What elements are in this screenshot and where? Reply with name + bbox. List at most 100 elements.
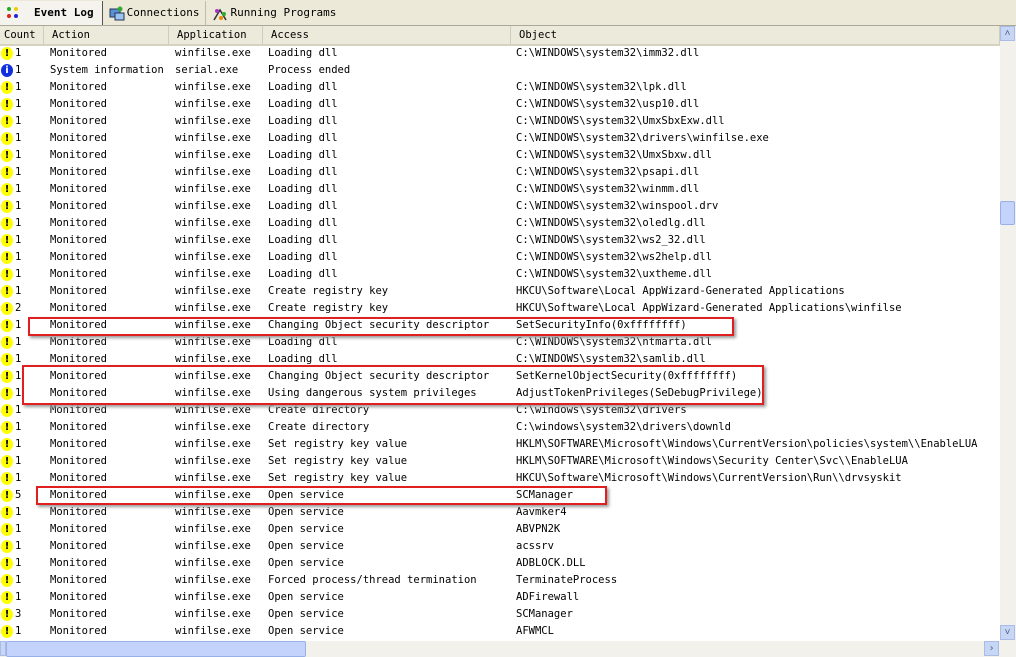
table-row[interactable]: ! 1 Monitored winfilse.exe Loading dll C:\WIN… [0,266,1000,283]
table-row[interactable]: ! 1 Monitored winfilse.exe Loading dll C:\WIN… [0,232,1000,249]
event-list: ! 1 Monitored winfilse.exe Loading dll C:\WIN… [0,45,1000,641]
table-row[interactable]: ! 1 Monitored winfilse.exe Changing Object s… [0,368,1000,385]
table-row[interactable]: ! 1 Monitored winfilse.exe Set registry key … [0,453,1000,470]
table-row[interactable]: ! 2 Monitored winfilse.exe Create registry k… [0,300,1000,317]
table-row[interactable]: ! 1 Monitored winfilse.exe Loading dll C:\WIN… [0,334,1000,351]
table-row[interactable]: ! 1 Monitored winfilse.exe Using dangerous s… [0,385,1000,402]
cell-object: C:\WINDOWS\system32\UmxSbxw.dll [516,149,712,161]
cell-count: 1 [15,81,22,93]
table-row[interactable]: ! 1 Monitored winfilse.exe Create directory C… [0,419,1000,436]
table-row[interactable]: ! 1 Monitored winfilse.exe Loading dll C:\WIN… [0,79,1000,96]
table-row[interactable]: ! 1 Monitored winfilse.exe Open service ADFir… [0,589,1000,606]
cell-application: winfilse.exe [175,421,251,433]
cell-object: C:\WINDOWS\system32\lpk.dll [516,81,687,93]
table-row[interactable]: ! 1 Monitored winfilse.exe Open service acssr… [0,538,1000,555]
table-row[interactable]: ! 1 Monitored winfilse.exe Open service ADBLO… [0,555,1000,572]
table-row[interactable]: i 1 System information serial.exe Process en… [0,62,1000,79]
cell-object: HKLM\SOFTWARE\Microsoft\Windows\CurrentV… [516,438,978,450]
table-row[interactable]: ! 1 Monitored winfilse.exe Loading dll C:\WIN… [0,147,1000,164]
event-log-icon [6,6,20,20]
tab-connections[interactable]: Connections [103,1,206,25]
cell-object: AdjustTokenPrivileges(SeDebugPrivilege) [516,387,763,399]
column-header-count[interactable]: Count [0,26,44,44]
cell-application: winfilse.exe [175,302,251,314]
warning-icon: ! [1,489,13,502]
cell-action: Monitored [50,421,107,433]
vertical-scroll-thumb[interactable] [1000,201,1015,225]
cell-action: Monitored [50,574,107,586]
table-row[interactable]: ! 1 Monitored winfilse.exe Loading dll C:\WIN… [0,351,1000,368]
table-row[interactable]: ! 5 Monitored winfilse.exe Open service SCMan… [0,487,1000,504]
scroll-right-button[interactable]: › [984,641,999,656]
vertical-scrollbar[interactable]: ˄ ˅ [1000,26,1016,641]
cell-application: winfilse.exe [175,132,251,144]
warning-icon: ! [1,81,13,94]
cell-action: Monitored [50,132,107,144]
table-row[interactable]: ! 1 Monitored winfilse.exe Set registry key … [0,436,1000,453]
warning-icon: ! [1,319,13,332]
table-row[interactable]: ! 1 Monitored winfilse.exe Create registry k… [0,283,1000,300]
cell-access: Loading dll [268,47,338,59]
cell-count: 1 [15,47,22,59]
cell-application: winfilse.exe [175,574,251,586]
cell-application: winfilse.exe [175,608,251,620]
column-header-object[interactable]: Object [511,26,1000,44]
cell-application: winfilse.exe [175,625,251,637]
table-row[interactable]: ! 1 Monitored winfilse.exe Set registry key … [0,470,1000,487]
cell-object: HKLM\SOFTWARE\Microsoft\Windows\Security… [516,455,908,467]
cell-action: Monitored [50,370,107,382]
tab-label: Connections [126,6,200,19]
warning-icon: ! [1,455,13,468]
cell-action: Monitored [50,200,107,212]
cell-action: Monitored [50,438,107,450]
cell-access: Open service [268,489,344,501]
table-row[interactable]: ! 1 Monitored winfilse.exe Loading dll C:\WIN… [0,96,1000,113]
table-row[interactable]: ! 1 Monitored winfilse.exe Loading dll C:\WIN… [0,181,1000,198]
tab-running-programs[interactable]: Running Programs [205,0,342,25]
column-header-application[interactable]: Application [169,26,263,44]
tab-bar: Event Log Connections Running Programs [0,0,1016,26]
table-row[interactable]: ! 1 Monitored winfilse.exe Loading dll C:\WIN… [0,45,1000,62]
cell-action: Monitored [50,336,107,348]
running-programs-icon [212,6,228,20]
cell-application: winfilse.exe [175,268,251,280]
cell-action: Monitored [50,268,107,280]
cell-action: Monitored [50,523,107,535]
cell-application: winfilse.exe [175,319,251,331]
cell-count: 1 [15,98,22,110]
column-header-action[interactable]: Action [44,26,169,44]
cell-application: winfilse.exe [175,387,251,399]
cell-action: Monitored [50,98,107,110]
table-row[interactable]: ! 1 Monitored winfilse.exe Open service ABVPN… [0,521,1000,538]
cell-count: 1 [15,285,22,297]
table-row[interactable]: ! 1 Monitored winfilse.exe Loading dll C:\WIN… [0,215,1000,232]
scroll-up-button[interactable]: ˄ [1000,26,1015,41]
table-row[interactable]: ! 1 Monitored winfilse.exe Loading dll C:\WIN… [0,130,1000,147]
cell-object: HKCU\Software\Local AppWizard-Generated … [516,302,902,314]
warning-icon: ! [1,234,13,247]
cell-action: Monitored [50,404,107,416]
cell-access: Set registry key value [268,455,408,467]
cell-application: winfilse.exe [175,353,251,365]
horizontal-scrollbar[interactable]: › [0,641,1016,657]
table-row[interactable]: ! 1 Monitored winfilse.exe Loading dll C:\WIN… [0,249,1000,266]
table-row[interactable]: ! 1 Monitored winfilse.exe Changing Object s… [0,317,1000,334]
table-row[interactable]: ! 3 Monitored winfilse.exe Open service SCMan… [0,606,1000,623]
warning-icon: ! [1,353,13,366]
column-header-access[interactable]: Access [263,26,511,44]
table-row[interactable]: ! 1 Monitored winfilse.exe Open service AFWMC… [0,623,1000,640]
table-row[interactable]: ! 1 Monitored winfilse.exe Forced process/th… [0,572,1000,589]
cell-count: 2 [15,302,22,314]
scroll-down-button[interactable]: ˅ [1000,625,1015,640]
cell-application: winfilse.exe [175,166,251,178]
tab-event-log[interactable]: Event Log [0,0,103,25]
table-row[interactable]: ! 1 Monitored winfilse.exe Loading dll C:\WIN… [0,164,1000,181]
table-row[interactable]: ! 1 Monitored winfilse.exe Create directory C… [0,402,1000,419]
horizontal-scroll-thumb[interactable] [6,641,306,657]
cell-object: C:\WINDOWS\system32\ntmarta.dll [516,336,712,348]
table-row[interactable]: ! 1 Monitored winfilse.exe Open service Aavmk… [0,504,1000,521]
cell-access: Loading dll [268,217,338,229]
cell-access: Loading dll [268,98,338,110]
table-row[interactable]: ! 1 Monitored winfilse.exe Loading dll C:\WIN… [0,198,1000,215]
table-row[interactable]: ! 1 Monitored winfilse.exe Loading dll C:\WIN… [0,113,1000,130]
